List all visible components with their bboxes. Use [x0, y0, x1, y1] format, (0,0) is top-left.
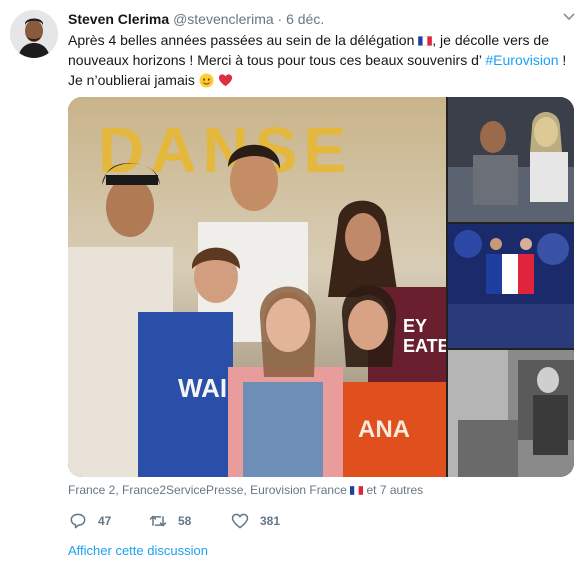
tweet-text-part1: Après 4 belles années passées au sein de…	[68, 32, 415, 48]
tagged-users-more[interactable]: et 7 autres	[366, 483, 423, 497]
chevron-down-icon[interactable]	[562, 12, 576, 22]
like-count: 381	[260, 514, 281, 528]
photo-middle-right[interactable]	[448, 224, 574, 348]
media-grid[interactable]: DANSE EYEATER WAI	[68, 97, 574, 477]
author-name[interactable]: Steven Clerima	[68, 11, 169, 27]
reply-button[interactable]: 47	[68, 511, 111, 531]
tweet-header: Steven Clerima @stevenclerima · 6 déc.	[68, 10, 324, 28]
photo-bottom-right[interactable]	[448, 350, 574, 477]
photo-top-right[interactable]	[448, 97, 574, 222]
photo-text-sweater: ANA	[358, 416, 410, 443]
french-flag-icon	[350, 486, 364, 495]
tweet-text: Après 4 belles années passées au sein de…	[68, 30, 578, 90]
reply-icon	[70, 513, 86, 529]
separator: ·	[277, 11, 283, 27]
red-heart-icon	[218, 74, 232, 87]
author-handle[interactable]: @stevenclerima	[173, 11, 274, 27]
smiling-face-icon	[199, 73, 214, 88]
retweet-button[interactable]: 58	[148, 511, 191, 531]
tagged-users[interactable]: France 2, France2ServicePresse, Eurovisi…	[68, 482, 423, 498]
photo-text-hoodie: WAI	[178, 373, 227, 403]
reply-count: 47	[98, 514, 112, 528]
retweet-icon	[149, 515, 167, 527]
timestamp[interactable]: 6 déc.	[286, 11, 324, 27]
french-flag-icon	[418, 36, 433, 46]
tagged-users-list[interactable]: France 2, France2ServicePresse, Eurovisi…	[68, 483, 347, 497]
avatar[interactable]	[10, 10, 58, 58]
tweet[interactable]: Steven Clerima @stevenclerima · 6 déc. A…	[0, 0, 584, 570]
retweet-count: 58	[178, 514, 192, 528]
main-photo[interactable]: DANSE EYEATER WAI	[68, 97, 446, 477]
like-icon	[231, 513, 249, 529]
hashtag-link[interactable]: #Eurovision	[485, 52, 558, 68]
show-thread-link[interactable]: Afficher cette discussion	[68, 543, 208, 558]
like-button[interactable]: 381	[230, 511, 280, 531]
